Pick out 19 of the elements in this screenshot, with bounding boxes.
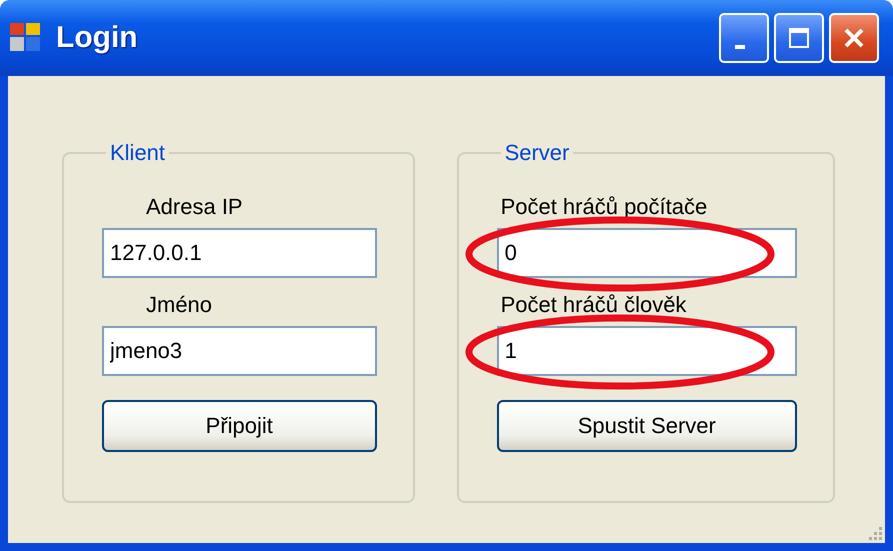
- field-label: Počet hráčů člověk: [500, 292, 686, 318]
- group-title: Server: [504, 140, 570, 166]
- group-title: Klient: [109, 140, 166, 166]
- input-field[interactable]: 0: [496, 228, 797, 278]
- maximize-button[interactable]: [774, 13, 824, 63]
- maximize-icon: [787, 26, 811, 50]
- close-icon: [842, 26, 866, 50]
- minimize-button[interactable]: [719, 13, 769, 63]
- action-button[interactable]: Spustit Server: [496, 400, 797, 452]
- input-field[interactable]: 127.0.0.1: [102, 228, 377, 278]
- field-label: Adresa IP: [145, 194, 243, 220]
- close-button[interactable]: [829, 13, 879, 63]
- field-label: Jméno: [145, 292, 212, 318]
- action-button[interactable]: Připojit: [102, 400, 377, 452]
- minimize-icon: [735, 45, 745, 49]
- app-icon: [10, 23, 42, 53]
- window-title: Login: [56, 21, 139, 55]
- input-field[interactable]: 1: [496, 326, 797, 376]
- field-label: Počet hráčů počítače: [500, 194, 708, 220]
